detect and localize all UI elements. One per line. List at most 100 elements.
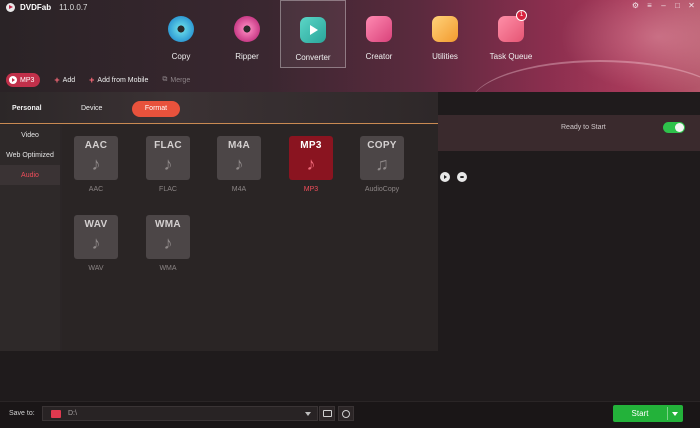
module-utilities[interactable]: Utilities [412, 0, 478, 68]
action-bar: MP3 + Add + Add from Mobile ⧉ Merge [6, 72, 190, 88]
merge-icon: ⧉ [162, 76, 168, 83]
module-task-queue[interactable]: 1 Task Queue [478, 0, 544, 68]
format-grid: AAC ♪ AAC FLAC ♪ FLAC M4A ♪ M4A MP3 ♪ MP… [62, 125, 438, 351]
start-divider [667, 407, 668, 420]
sidebar-item-audio[interactable]: Audio [0, 165, 60, 185]
module-creator[interactable]: Creator [346, 0, 412, 68]
task-count-badge: 1 [516, 10, 527, 21]
tab-device[interactable]: Device [81, 105, 102, 112]
format-code: WMA [155, 219, 181, 230]
format-tile-mp3[interactable]: MP3 ♪ MP3 [289, 136, 333, 193]
folder-open-icon [323, 410, 332, 417]
module-converter[interactable]: Converter [280, 0, 346, 68]
format-tile-wma[interactable]: WMA ♪ WMA [146, 215, 190, 272]
format-code: COPY [367, 140, 397, 151]
format-caption: M4A [231, 186, 247, 193]
format-code: M4A [227, 140, 250, 151]
format-box: AAC ♪ [74, 136, 118, 180]
plus-icon: + [54, 74, 60, 85]
format-caption: FLAC [159, 186, 177, 193]
close-icon[interactable]: ✕ [687, 1, 696, 11]
save-path-dropdown[interactable]: D:\ [42, 406, 318, 421]
format-caption: AAC [88, 186, 104, 193]
format-caption: MP3 [303, 186, 319, 193]
sidebar-item-video[interactable]: Video [0, 125, 60, 145]
format-caption: WMA [159, 265, 177, 272]
app-version: 11.0.0.7 [59, 3, 88, 12]
module-label: Ripper [235, 52, 259, 61]
utilities-toolbox-icon [432, 16, 458, 42]
sidebar-item-web-optimized[interactable]: Web Optimized [0, 145, 60, 165]
menu-icon[interactable]: ≡ [645, 1, 654, 11]
add-from-mobile-button[interactable]: + Add from Mobile [89, 75, 149, 85]
app-name: DVDFab [20, 3, 52, 12]
minimize-icon[interactable]: – [659, 1, 668, 11]
format-box: FLAC ♪ [146, 136, 190, 180]
module-label: Converter [295, 53, 331, 62]
format-box: M4A ♪ [217, 136, 261, 180]
module-bar: Copy Ripper Converter Creator Utilities … [148, 0, 544, 70]
window-controls: ⚙ ≡ – □ ✕ [631, 1, 696, 11]
task-toggle-switch[interactable] [663, 122, 685, 133]
format-code: WAV [84, 219, 108, 230]
module-label: Copy [171, 52, 191, 61]
format-tile-aac[interactable]: AAC ♪ AAC [74, 136, 118, 193]
profile-tabs: Personal Device Format [0, 92, 438, 124]
format-tile-audiocopy[interactable]: COPY ♫ AudioCopy [360, 136, 404, 193]
module-label: Creator [365, 52, 393, 61]
format-box: WAV ♪ [74, 215, 118, 259]
format-code: FLAC [154, 140, 182, 151]
format-caption: AudioCopy [364, 186, 400, 193]
profile-panel: Personal Device Format Video Web Optimiz… [0, 92, 438, 351]
chevron-down-icon[interactable] [672, 412, 678, 416]
format-tile-m4a[interactable]: M4A ♪ M4A [217, 136, 261, 193]
header: DVDFab 11.0.0.7 ⚙ ≡ – □ ✕ Copy Ripper Co… [0, 0, 700, 92]
format-caption: WAV [88, 265, 104, 272]
copy-disc-icon [168, 16, 194, 42]
bottom-bar: Save to: D:\ Start [0, 351, 700, 428]
ripper-disc-icon [234, 16, 260, 42]
format-box: MP3 ♪ [289, 136, 333, 180]
format-category-sidebar: Video Web Optimized Audio [0, 125, 60, 351]
merge-button[interactable]: ⧉ Merge [162, 76, 190, 84]
format-tile-wav[interactable]: WAV ♪ WAV [74, 215, 118, 272]
preview-eye-icon[interactable] [457, 172, 467, 182]
play-icon[interactable] [440, 172, 450, 182]
merge-label: Merge [170, 76, 191, 84]
music-note-icon: ♪ [163, 233, 173, 253]
creator-film-icon [366, 16, 392, 42]
settings-icon[interactable]: ⚙ [631, 1, 640, 11]
tab-personal[interactable]: Personal [12, 105, 42, 112]
music-note-icon: ♪ [163, 154, 173, 174]
module-copy[interactable]: Copy [148, 0, 214, 68]
app-window: DVDFab 11.0.0.7 ⚙ ≡ – □ ✕ Copy Ripper Co… [0, 0, 700, 428]
tab-format[interactable]: Format [132, 101, 180, 117]
status-text: Ready to Start [561, 124, 606, 131]
module-ripper[interactable]: Ripper [214, 0, 280, 68]
task-status-bar: Ready to Start [438, 115, 700, 151]
current-profile-label: MP3 [20, 76, 35, 84]
music-note-icon: ♪ [234, 154, 244, 174]
browse-folder-button[interactable] [319, 406, 335, 421]
music-note-icon: ♪ [306, 154, 316, 174]
music-note-icon: ♪ [91, 233, 101, 253]
app-logo: DVDFab 11.0.0.7 [6, 3, 87, 12]
add-from-mobile-label: Add from Mobile [97, 76, 149, 84]
add-button[interactable]: + Add [54, 74, 75, 85]
start-button[interactable]: Start [613, 405, 683, 422]
music-note-icon: ♪ [91, 154, 101, 174]
maximize-icon[interactable]: □ [673, 1, 682, 11]
format-box: COPY ♫ [360, 136, 404, 180]
globe-icon [342, 410, 350, 418]
upload-online-button[interactable] [338, 406, 354, 421]
task-area: Ready to Start [438, 92, 700, 351]
start-label: Start [631, 409, 649, 418]
chevron-down-icon [305, 412, 311, 416]
folder-icon [51, 410, 61, 418]
music-notes-icon: ♫ [375, 154, 389, 174]
format-box: WMA ♪ [146, 215, 190, 259]
format-code: MP3 [300, 140, 322, 151]
format-tile-flac[interactable]: FLAC ♪ FLAC [146, 136, 190, 193]
current-profile-button[interactable]: MP3 [6, 73, 41, 87]
save-to-label: Save to: [9, 410, 35, 417]
